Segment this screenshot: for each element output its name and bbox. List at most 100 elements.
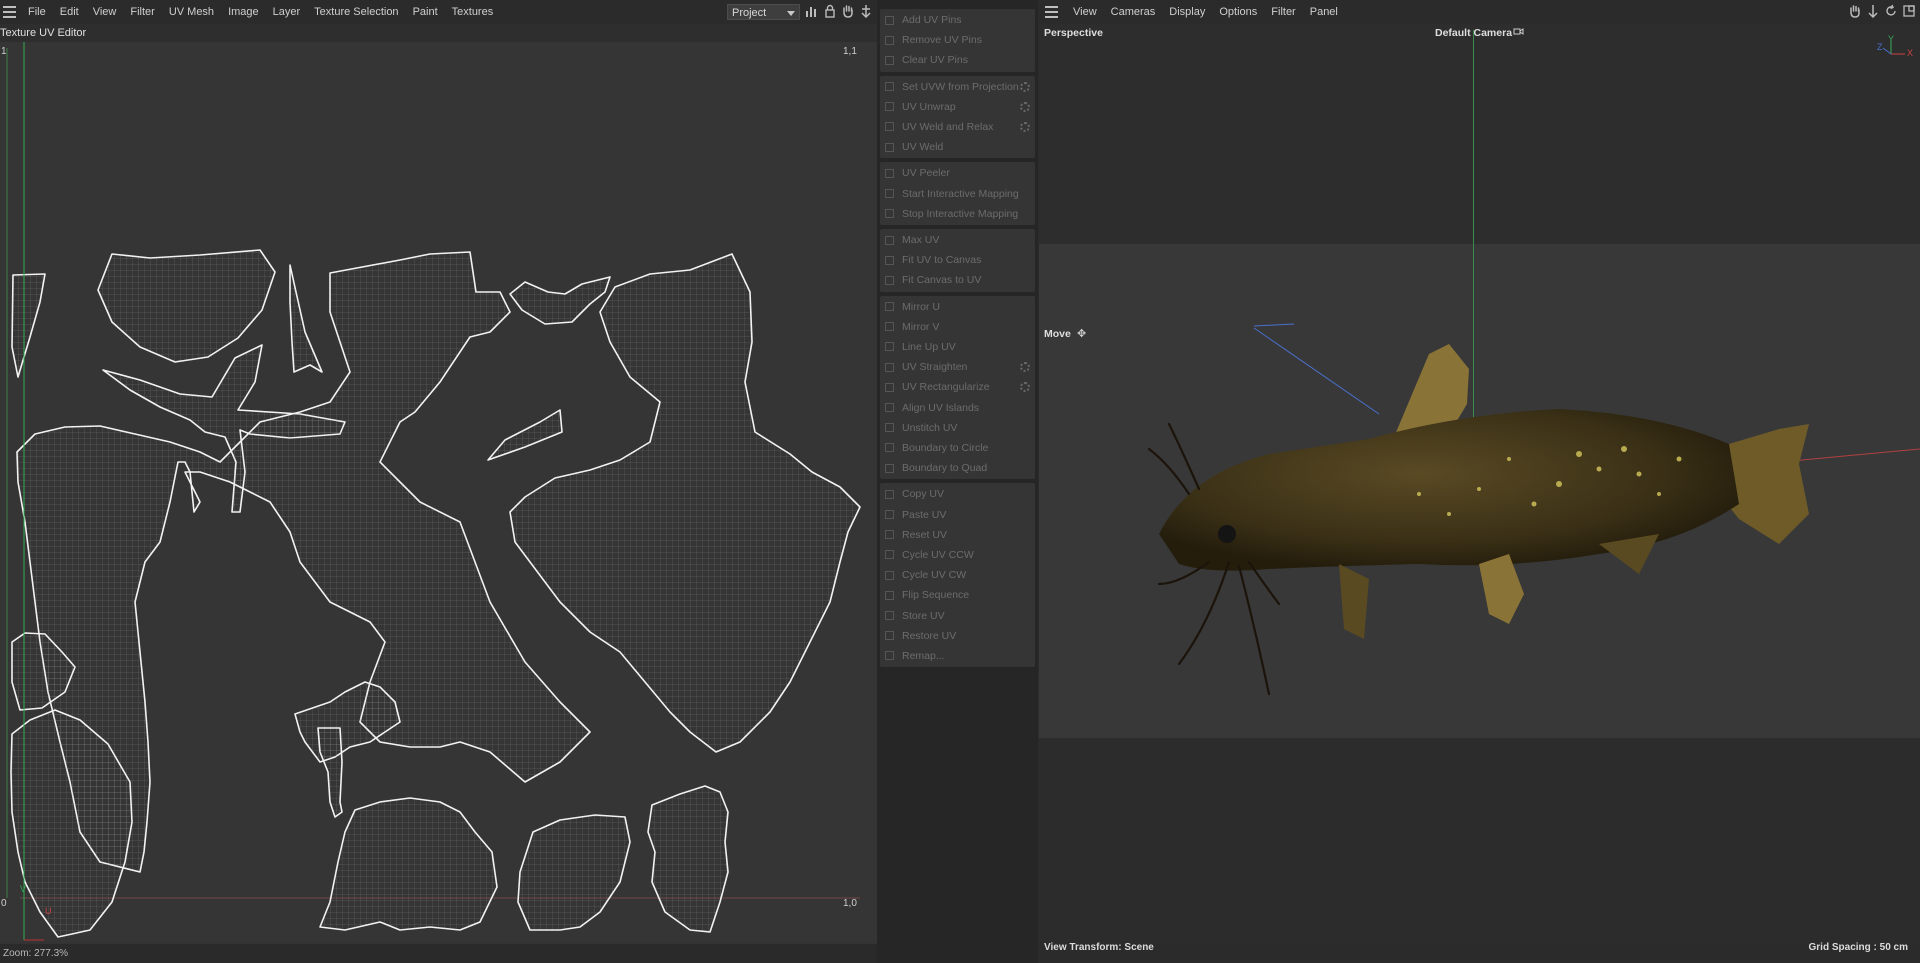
max-uv-icon [885, 235, 894, 245]
command-mirror-u[interactable]: Mirror U [880, 297, 1035, 317]
command-unstitch-uv[interactable]: Unstitch UV [880, 418, 1035, 438]
pan-hand-icon[interactable] [1848, 4, 1862, 20]
pin-remove-icon [885, 35, 894, 45]
command-align-uv-islands[interactable]: Align UV Islands [880, 398, 1035, 418]
command-paste-uv[interactable]: Paste UV [880, 505, 1035, 525]
viewport-lower-area[interactable]: View Transform: Scene Grid Spacing : 50 … [1039, 738, 1920, 953]
command-boundary-to-circle[interactable]: Boundary to Circle [880, 438, 1035, 458]
unwrap-icon [885, 102, 894, 112]
gear-icon[interactable] [1020, 101, 1030, 112]
rectangularize-icon [885, 382, 894, 392]
flip-icon [885, 590, 894, 600]
reset-icon [885, 530, 894, 540]
menu-paint[interactable]: Paint [406, 0, 445, 24]
move-arrow-icon[interactable] [1866, 4, 1880, 20]
move-arrow-icon[interactable] [859, 4, 873, 20]
command-uv-unwrap[interactable]: UV Unwrap [880, 97, 1035, 117]
copy-icon [885, 489, 894, 499]
command-clear-uv-pins[interactable]: Clear UV Pins [880, 50, 1035, 70]
command-label: Remap... [902, 649, 945, 662]
uv-island [647, 785, 729, 933]
command-remove-uv-pins[interactable]: Remove UV Pins [880, 30, 1035, 50]
command-uv-straighten[interactable]: UV Straighten [880, 357, 1035, 377]
command-add-uv-pins[interactable]: Add UV Pins [880, 10, 1035, 30]
perspective-label[interactable]: Perspective [1044, 27, 1103, 39]
command-label: Start Interactive Mapping [902, 187, 1019, 200]
command-group: Set UVW from Projection UV Unwrap UV Weld … [880, 75, 1035, 159]
menu-display[interactable]: Display [1162, 0, 1212, 24]
command-boundary-to-quad[interactable]: Boundary to Quad [880, 458, 1035, 478]
command-uv-peeler[interactable]: UV Peeler [880, 163, 1035, 183]
command-reset-uv[interactable]: Reset UV [880, 525, 1035, 545]
command-restore-uv[interactable]: Restore UV [880, 626, 1035, 646]
cycle-ccw-icon [885, 550, 894, 560]
pan-hand-icon[interactable] [841, 4, 855, 20]
command-fit-uv-to-canvas[interactable]: Fit UV to Canvas [880, 250, 1035, 270]
command-uv-rectangularize[interactable]: UV Rectangularize [880, 377, 1035, 397]
menu-filter[interactable]: Filter [1264, 0, 1302, 24]
unstitch-icon [885, 423, 894, 433]
gear-icon[interactable] [1020, 362, 1030, 373]
command-uv-weld-and-relax[interactable]: UV Weld and Relax [880, 117, 1035, 137]
command-flip-sequence[interactable]: Flip Sequence [880, 585, 1035, 605]
viewport-upper-area[interactable]: Perspective Default Camera Y X Z [1039, 24, 1920, 244]
hamburger-menu-icon[interactable] [3, 0, 17, 24]
gear-icon[interactable] [1020, 81, 1030, 92]
menu-cameras[interactable]: Cameras [1104, 0, 1163, 24]
catfish-model [1147, 323, 1920, 696]
menu-filter[interactable]: Filter [123, 0, 161, 24]
command-group: Mirror U Mirror V Line Up UV UV Straighten U… [880, 295, 1035, 480]
command-label: Mirror V [902, 320, 940, 333]
command-label: Line Up UV [902, 340, 956, 353]
menu-image[interactable]: Image [221, 0, 266, 24]
menu-panel[interactable]: Panel [1303, 0, 1345, 24]
command-stop-interactive-mapping[interactable]: Stop Interactive Mapping [880, 204, 1035, 224]
command-mirror-v[interactable]: Mirror V [880, 317, 1035, 337]
rotate-icon[interactable] [1884, 4, 1898, 20]
command-copy-uv[interactable]: Copy UV [880, 484, 1035, 504]
project-select[interactable]: Project [727, 4, 800, 20]
command-set-uvw-from-projection[interactable]: Set UVW from Projection [880, 77, 1035, 97]
histogram-icon[interactable] [805, 4, 819, 20]
circle-icon [885, 443, 894, 453]
command-remap[interactable]: Remap... [880, 646, 1035, 666]
uv-canvas[interactable]: 1 1,1 0 1,0 V U [0, 42, 877, 942]
menu-file[interactable]: File [21, 0, 53, 24]
hamburger-menu-icon[interactable] [1045, 0, 1059, 24]
command-fit-canvas-to-uv[interactable]: Fit Canvas to UV [880, 270, 1035, 290]
menu-layer[interactable]: Layer [266, 0, 308, 24]
menu-view[interactable]: View [86, 0, 124, 24]
menu-textures[interactable]: Textures [445, 0, 501, 24]
command-label: Stop Interactive Mapping [902, 207, 1019, 220]
command-label: UV Weld and Relax [902, 120, 994, 133]
command-label: Copy UV [902, 488, 945, 501]
menu-edit[interactable]: Edit [53, 0, 86, 24]
mirror-u-icon [885, 302, 894, 312]
command-cycle-uv-cw[interactable]: Cycle UV CW [880, 565, 1035, 585]
uv-island [509, 253, 861, 753]
gear-icon[interactable] [1020, 382, 1030, 393]
command-uv-weld[interactable]: UV Weld [880, 137, 1035, 157]
menu-texture-selection[interactable]: Texture Selection [307, 0, 405, 24]
uv-menubar: File Edit View Filter UV Mesh Image Laye… [0, 0, 877, 24]
weld-icon [885, 142, 894, 152]
mirror-v-icon [885, 322, 894, 332]
uv-editor-title-bar: Texture UV Editor [0, 24, 877, 42]
lock-icon[interactable] [823, 4, 837, 20]
viewport-stage[interactable]: Move ✥ [1039, 244, 1920, 738]
stop-icon [885, 209, 894, 219]
command-label: Add UV Pins [902, 14, 962, 26]
command-start-interactive-mapping[interactable]: Start Interactive Mapping [880, 184, 1035, 204]
fit-canvas-icon [885, 255, 894, 265]
pin-icon [885, 15, 894, 25]
command-cycle-uv-ccw[interactable]: Cycle UV CCW [880, 545, 1035, 565]
gear-icon[interactable] [1020, 121, 1030, 132]
command-store-uv[interactable]: Store UV [880, 606, 1035, 626]
menu-view[interactable]: View [1063, 0, 1104, 24]
menu-uv-mesh[interactable]: UV Mesh [162, 0, 221, 24]
command-line-up-uv[interactable]: Line Up UV [880, 337, 1035, 357]
uv-island [509, 276, 611, 325]
command-max-uv[interactable]: Max UV [880, 230, 1035, 250]
menu-options[interactable]: Options [1212, 0, 1264, 24]
maximize-icon[interactable] [1902, 4, 1916, 20]
